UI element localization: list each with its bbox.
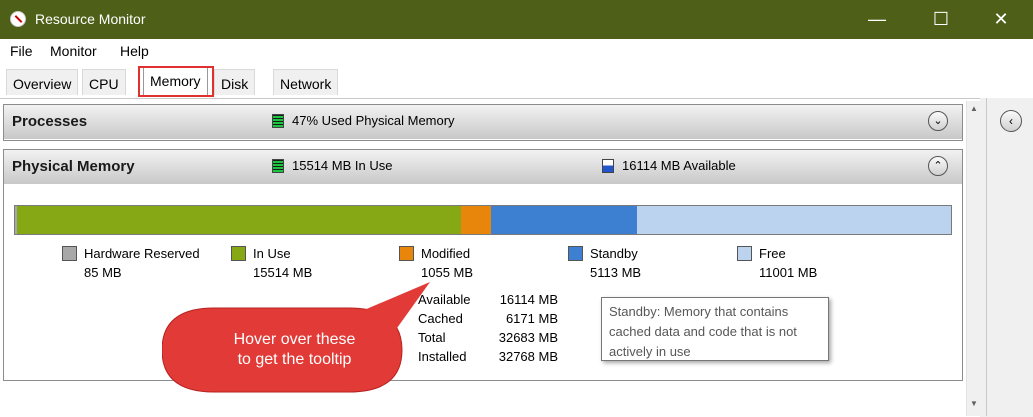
legend-label: Standby [590, 246, 638, 261]
tab-overview[interactable]: Overview [6, 69, 79, 95]
expand-processes-button[interactable]: ⌄ [928, 111, 948, 131]
stat-value: 6171 MB [505, 311, 558, 326]
menu-monitor[interactable]: Monitor [50, 43, 97, 59]
swatch-hardware-reserved [62, 246, 77, 261]
available-meter-icon [602, 159, 614, 173]
callout-text: Hover over these to get the tooltip [172, 330, 417, 370]
annotation-callout: Hover over these to get the tooltip [161, 282, 450, 412]
physical-memory-header[interactable]: Physical Memory 15514 MB In Use 16114 MB… [4, 150, 962, 184]
menu-bar: File Monitor Help [0, 39, 1033, 62]
stat-value: 32683 MB [498, 330, 558, 345]
available-summary: 16114 MB Available [622, 158, 736, 173]
close-button[interactable]: ✕ [978, 0, 1024, 39]
right-panel-strip: ‹ [986, 98, 1033, 416]
memory-segment-modified[interactable] [460, 206, 491, 234]
tooltip-line: Standby: Memory that contains [609, 304, 789, 319]
swatch-modified [399, 246, 414, 261]
menu-help[interactable]: Help [120, 43, 149, 59]
minimize-button[interactable]: — [854, 0, 900, 39]
processes-header[interactable]: Processes 47% Used Physical Memory ⌄ [4, 105, 962, 139]
standby-tooltip: Standby: Memory that contains cached dat… [601, 297, 829, 361]
processes-section: Processes 47% Used Physical Memory ⌄ [3, 104, 963, 141]
stat-value: 16114 MB [499, 292, 558, 307]
maximize-button[interactable]: ☐ [918, 0, 964, 39]
tooltip-line: actively in use [609, 344, 691, 359]
memory-segment-standby[interactable] [490, 206, 637, 234]
legend-value: 5113 MB [590, 265, 642, 280]
legend-label: Free [759, 246, 786, 261]
swatch-standby [568, 246, 583, 261]
legend-value: 1055 MB [421, 265, 474, 280]
stat-value: 32768 MB [498, 349, 558, 364]
show-graphs-button[interactable]: ‹ [1000, 110, 1022, 132]
physical-memory-title: Physical Memory [12, 158, 135, 175]
window-title: Resource Monitor [35, 11, 146, 27]
memory-tab-highlight [138, 66, 214, 97]
swatch-free [737, 246, 752, 261]
legend-label: Modified [421, 246, 471, 261]
collapse-physical-memory-button[interactable]: ⌃ [928, 156, 948, 176]
main-panel: Processes 47% Used Physical Memory ⌄ Phy… [0, 98, 980, 417]
memory-segment-free[interactable] [636, 206, 951, 234]
callout-line-2: to get the tooltip [237, 351, 352, 368]
title-bar: Resource Monitor — ☐ ✕ [0, 0, 1033, 39]
memory-usage-bar [14, 205, 952, 235]
scroll-down-arrow-icon[interactable]: ▼ [969, 399, 979, 408]
resource-monitor-icon [10, 11, 26, 27]
in-use-meter-icon [272, 159, 284, 173]
swatch-in-use [231, 246, 246, 261]
legend-label: In Use [253, 246, 291, 261]
legend-value: 85 MB [84, 265, 122, 280]
legend-value: 11001 MB [759, 265, 818, 280]
memory-segment-in-use[interactable] [17, 206, 461, 234]
legend-value: 15514 MB [253, 265, 313, 280]
memory-meter-icon [272, 114, 284, 128]
vertical-scrollbar[interactable]: ▲ ▼ [966, 101, 981, 416]
processes-title: Processes [12, 113, 88, 130]
tab-disk[interactable]: Disk [214, 69, 256, 95]
tooltip-line: cached data and code that is not [609, 324, 797, 339]
menu-file[interactable]: File [10, 43, 33, 59]
used-physical-memory: 47% Used Physical Memory [292, 113, 455, 128]
legend-label: Hardware Reserved [84, 246, 200, 261]
callout-line-1: Hover over these [233, 331, 356, 348]
tab-cpu[interactable]: CPU [82, 69, 126, 95]
in-use-summary: 15514 MB In Use [292, 158, 393, 173]
tab-network[interactable]: Network [273, 69, 339, 95]
scroll-up-arrow-icon[interactable]: ▲ [969, 104, 979, 113]
